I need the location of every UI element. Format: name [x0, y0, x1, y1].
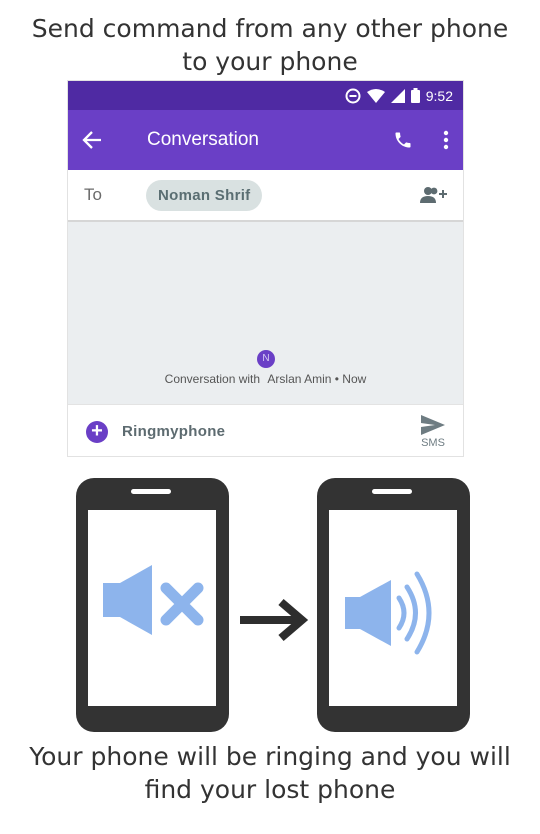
back-arrow-icon[interactable] — [82, 131, 112, 149]
phone-ringing-graphic — [317, 478, 470, 732]
footer-line-2: find your lost phone — [144, 775, 396, 804]
conversation-name: Arslan Amin • Now — [267, 372, 367, 386]
status-time: 9:52 — [425, 87, 453, 104]
battery-icon — [410, 88, 420, 103]
message-input[interactable]: Ringmyphone — [122, 423, 421, 440]
recipient-row: To Noman Shrif — [68, 170, 463, 222]
app-bar-title: Conversation — [147, 129, 259, 150]
footer-caption: Your phone will be ringing and you will … — [0, 740, 540, 806]
footer-line-1: Your phone will be ringing and you will — [29, 742, 511, 771]
recipient-chip[interactable]: Noman Shrif — [146, 179, 263, 211]
app-bar-actions — [393, 130, 449, 150]
header-line-2: to your phone — [182, 47, 358, 76]
header-caption: Send command from any other phone to you… — [0, 12, 540, 78]
to-label: To — [84, 185, 102, 204]
add-attachment-icon[interactable]: + — [86, 420, 108, 443]
wifi-icon — [366, 88, 385, 103]
conversation-area: N Conversation with Arslan Amin • Now — [68, 222, 463, 404]
add-person-icon[interactable] — [419, 186, 447, 204]
do-not-disturb-icon — [345, 88, 361, 104]
status-bar: 9:52 — [68, 81, 463, 110]
conversation-info: Conversation with Arslan Amin • Now — [68, 372, 463, 386]
send-label: SMS — [421, 436, 445, 449]
phone-screenshot: 9:52 Conversation To Noman Shrif N Conve… — [67, 80, 464, 457]
header-line-1: Send command from any other phone — [31, 14, 509, 43]
send-icon — [421, 414, 445, 435]
more-vert-icon[interactable] — [443, 130, 449, 150]
signal-icon — [390, 88, 405, 103]
phone-muted-graphic — [76, 478, 229, 732]
avatar: N — [257, 350, 275, 368]
phone-call-icon[interactable] — [393, 130, 413, 150]
compose-bar: + Ringmyphone SMS — [68, 404, 463, 456]
conversation-prefix: Conversation with — [164, 372, 261, 386]
ring-illustration — [76, 478, 470, 732]
right-arrow-icon — [240, 598, 309, 642]
send-sms-button[interactable]: SMS — [421, 414, 445, 449]
app-bar: Conversation — [68, 110, 463, 170]
